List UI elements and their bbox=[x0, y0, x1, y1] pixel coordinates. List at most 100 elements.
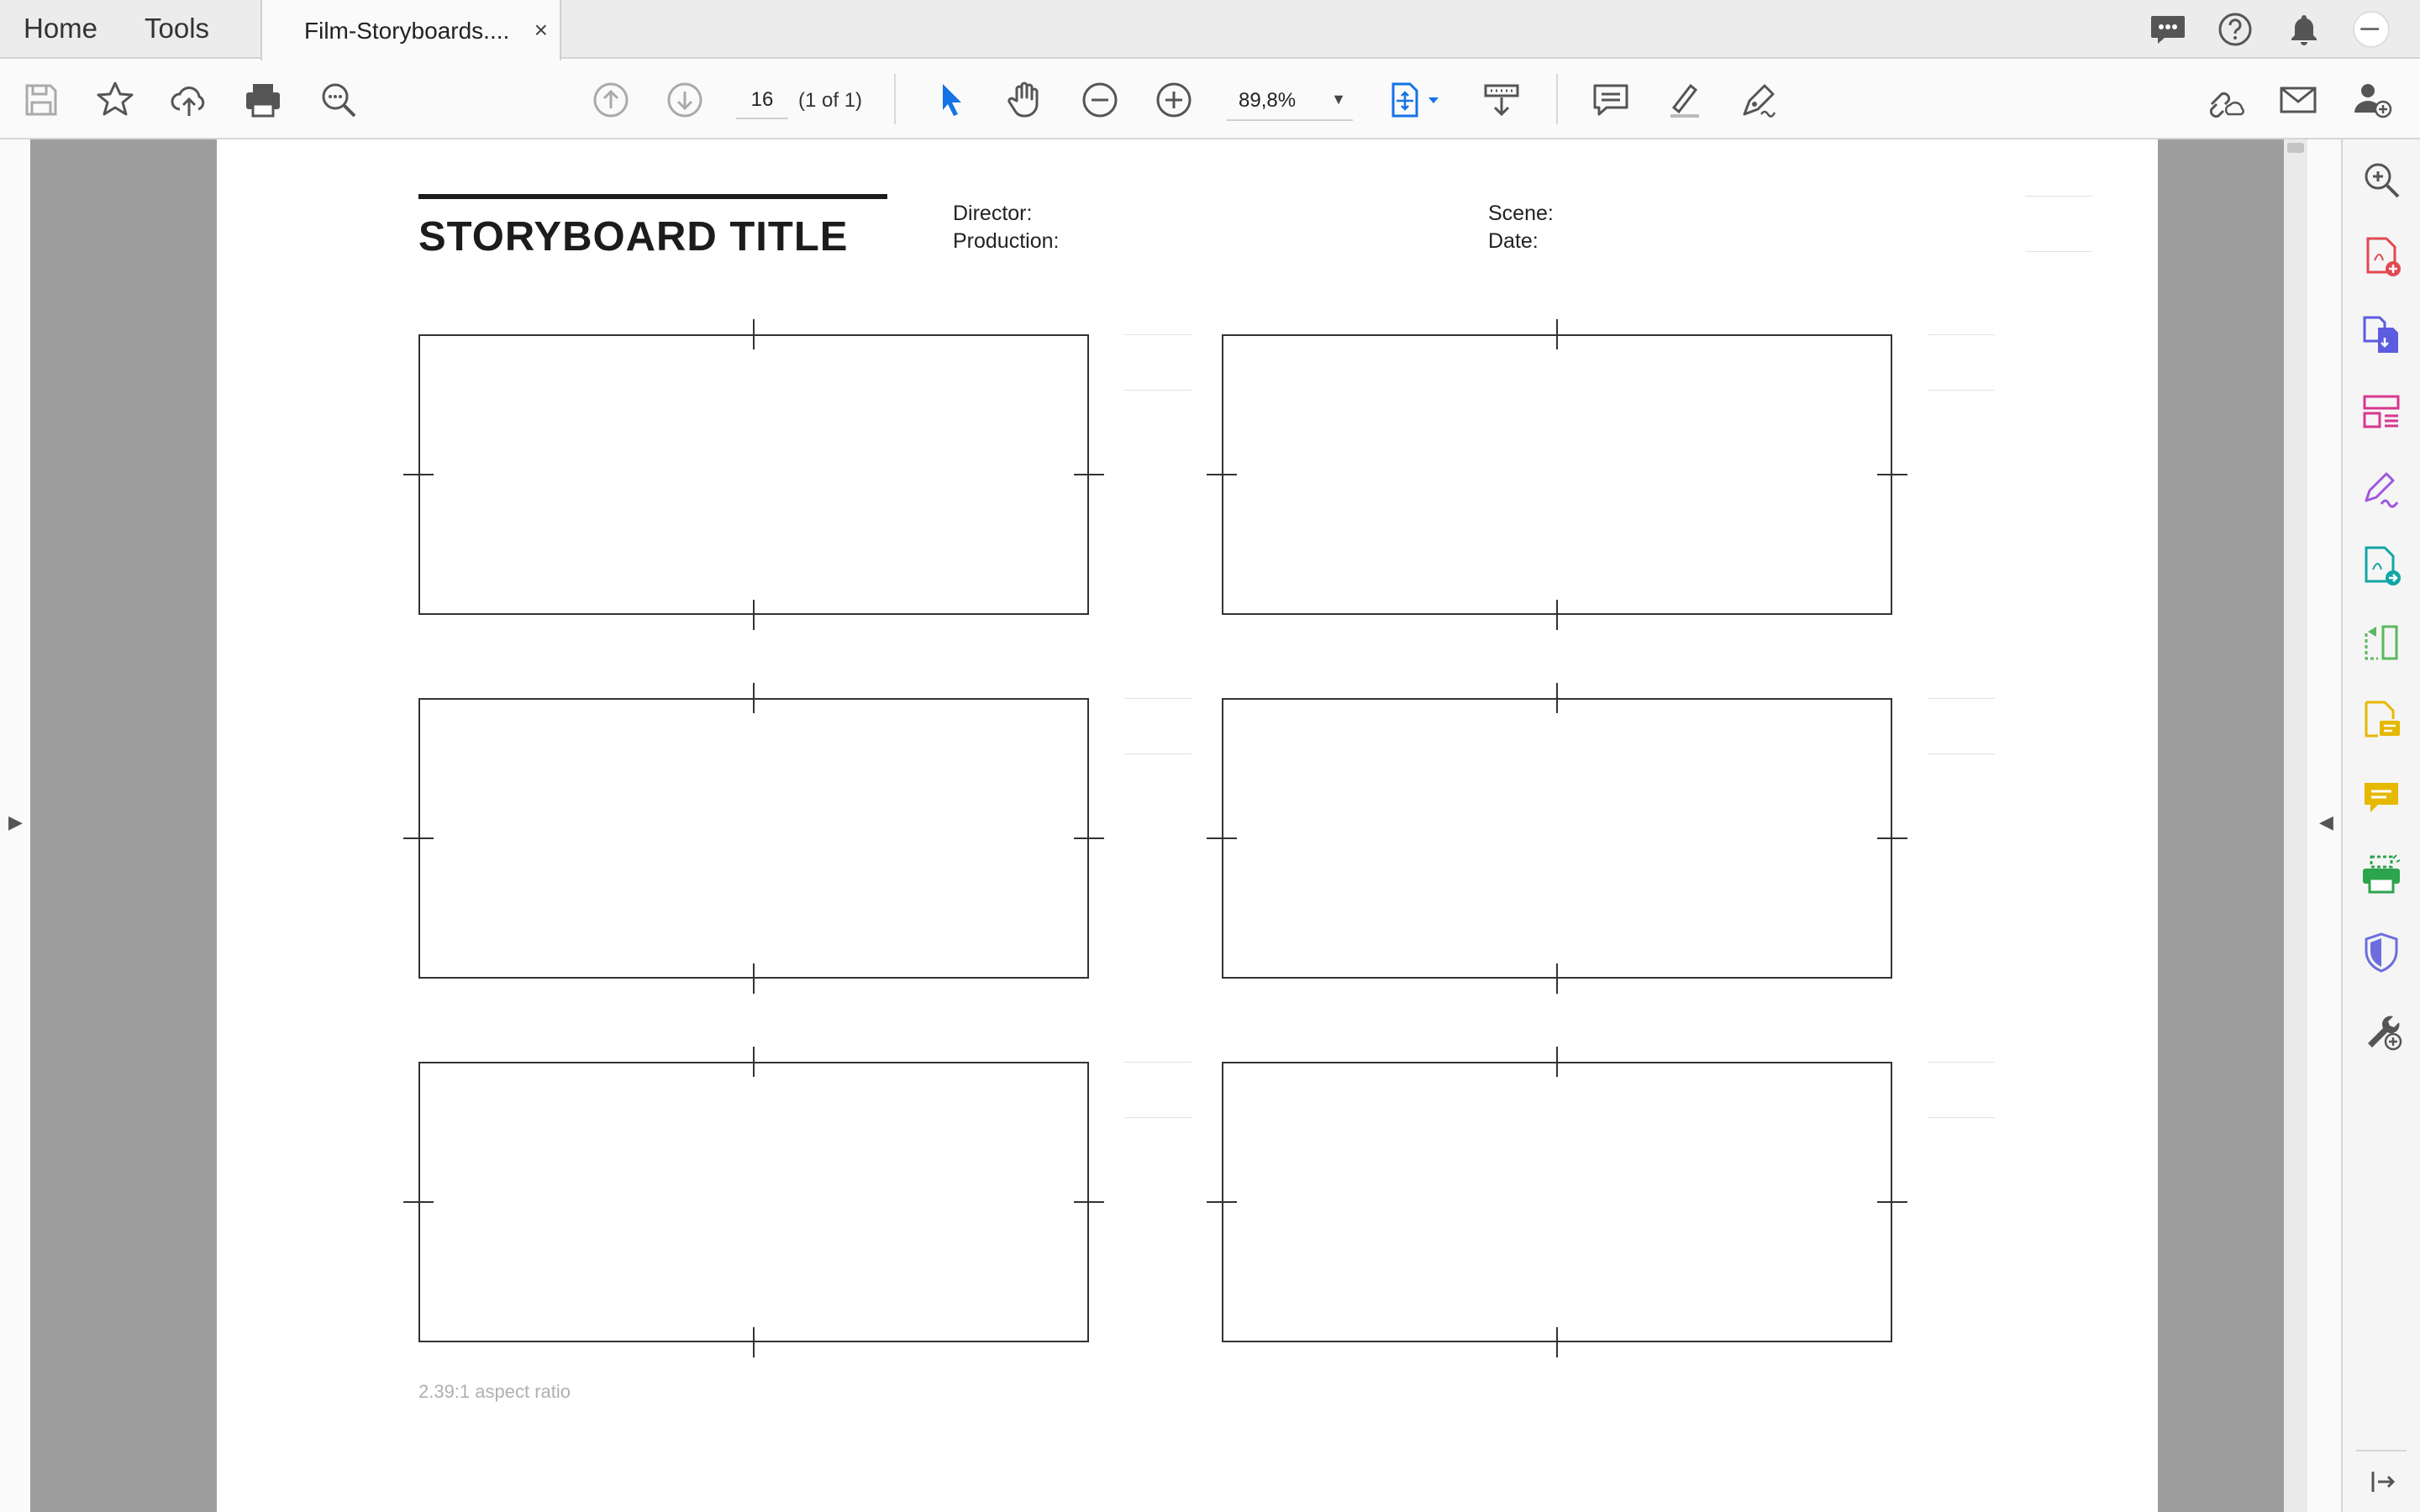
chevron-down-icon: ▼ bbox=[1331, 91, 1346, 108]
toolbar: (1 of 1) 89,8% ▼ bbox=[0, 60, 2420, 139]
crop-tick bbox=[1877, 837, 1907, 839]
organize-pages-button[interactable] bbox=[2360, 390, 2403, 433]
title-rule bbox=[418, 194, 887, 199]
crop-tick bbox=[1207, 837, 1237, 839]
share-link-button[interactable] bbox=[2203, 79, 2245, 121]
arrow-up-circle-icon bbox=[593, 82, 629, 118]
export-pdf-icon bbox=[2365, 546, 2401, 585]
vertical-scrollbar[interactable] bbox=[2284, 139, 2307, 1512]
field-line bbox=[1928, 334, 1995, 335]
close-tab-icon[interactable]: × bbox=[534, 0, 548, 60]
crop-tick bbox=[753, 600, 755, 630]
find-button[interactable] bbox=[318, 79, 360, 121]
right-panel-toggle-icon[interactable]: ◀ bbox=[2319, 811, 2333, 833]
highlight-button[interactable] bbox=[1664, 79, 1706, 121]
pen-sign-icon bbox=[1743, 84, 1776, 118]
page-number-input[interactable] bbox=[736, 82, 788, 119]
zoom-value: 89,8% bbox=[1239, 89, 1297, 112]
field-line bbox=[1928, 753, 1995, 754]
crop-tick bbox=[753, 319, 755, 349]
storyboard-frame bbox=[418, 1062, 1089, 1342]
export-pdf-button[interactable] bbox=[2360, 544, 2403, 588]
star-icon bbox=[97, 81, 134, 116]
crop-tick bbox=[753, 683, 755, 713]
scene-label: Scene: bbox=[1488, 202, 1554, 225]
email-button[interactable] bbox=[2277, 79, 2319, 121]
crop-tick bbox=[403, 1201, 434, 1203]
cloud-upload-icon bbox=[171, 87, 205, 116]
compare-files-button[interactable] bbox=[2360, 622, 2403, 665]
field-line bbox=[1124, 1062, 1192, 1063]
comment-button[interactable] bbox=[1590, 79, 1632, 121]
save-icon bbox=[25, 84, 57, 116]
crop-tick bbox=[753, 963, 755, 994]
page-count-label: (1 of 1) bbox=[798, 89, 863, 112]
protect-button[interactable] bbox=[2360, 931, 2403, 974]
tab-home[interactable]: Home bbox=[24, 0, 97, 59]
save-button[interactable] bbox=[20, 79, 62, 121]
tab-tools[interactable]: Tools bbox=[145, 0, 209, 59]
zoom-in-button[interactable] bbox=[1153, 79, 1195, 121]
highlighter-icon bbox=[1670, 83, 1699, 118]
fit-page-button[interactable] bbox=[1386, 79, 1447, 121]
document-comment-icon bbox=[2365, 701, 2400, 738]
pdf-page: STORYBOARD TITLE Director: Production: S… bbox=[217, 139, 2158, 1512]
enhance-scan-button[interactable] bbox=[2360, 158, 2403, 202]
tools-pane bbox=[2341, 139, 2420, 1512]
crop-tick bbox=[753, 1047, 755, 1077]
chat-icon[interactable] bbox=[2149, 11, 2186, 48]
tab-document-label: Film-Storyboards.... bbox=[304, 18, 510, 44]
crop-tick bbox=[1556, 963, 1558, 994]
tab-document[interactable]: Film-Storyboards.... × bbox=[260, 0, 561, 60]
crop-tick bbox=[1074, 474, 1104, 475]
crop-tick bbox=[1877, 1201, 1907, 1203]
fill-sign-button[interactable] bbox=[2360, 467, 2403, 511]
crop-tick bbox=[1556, 1047, 1558, 1077]
left-panel-toggle-icon[interactable]: ▶ bbox=[8, 811, 23, 833]
combine-files-button[interactable] bbox=[2360, 312, 2403, 356]
more-tools-button[interactable] bbox=[2360, 1008, 2403, 1052]
crop-tick bbox=[1877, 474, 1907, 475]
crop-tick bbox=[1207, 474, 1237, 475]
previous-page-button[interactable] bbox=[590, 79, 632, 121]
field-line bbox=[1124, 1117, 1192, 1118]
create-pdf-icon bbox=[2366, 237, 2401, 276]
crop-tick bbox=[1556, 319, 1558, 349]
scrollbar-thumb[interactable] bbox=[2287, 143, 2304, 153]
zoom-in-icon bbox=[1156, 82, 1192, 118]
print-production-button[interactable] bbox=[2360, 853, 2403, 897]
crop-tick bbox=[1207, 1201, 1237, 1203]
production-label: Production: bbox=[953, 229, 1060, 253]
fit-page-icon bbox=[1392, 82, 1439, 118]
zoom-select[interactable]: 89,8% ▼ bbox=[1227, 82, 1353, 121]
speech-bubble-icon bbox=[2365, 783, 2398, 812]
select-tool-button[interactable] bbox=[931, 79, 973, 121]
hand-tool-button[interactable] bbox=[1005, 79, 1047, 121]
print-button[interactable] bbox=[242, 79, 284, 121]
bookmark-button[interactable] bbox=[94, 79, 136, 121]
combine-files-icon bbox=[2363, 316, 2398, 353]
search-zoom-icon bbox=[322, 83, 356, 118]
notifications-bell-icon[interactable] bbox=[2286, 11, 2323, 48]
create-pdf-button[interactable] bbox=[2360, 235, 2403, 279]
pointer-icon bbox=[943, 84, 961, 116]
sign-button[interactable] bbox=[1738, 79, 1780, 121]
print-production-icon bbox=[2363, 854, 2401, 894]
zoom-out-button[interactable] bbox=[1079, 79, 1121, 121]
comment-icon bbox=[1593, 84, 1628, 116]
scroll-mode-button[interactable] bbox=[1481, 79, 1523, 121]
director-label: Director: bbox=[953, 202, 1033, 225]
crop-tick bbox=[1074, 1201, 1104, 1203]
help-icon[interactable] bbox=[2217, 11, 2254, 48]
field-line bbox=[1124, 698, 1192, 699]
comment-tool-button[interactable] bbox=[2360, 699, 2403, 743]
collapse-panel-button[interactable] bbox=[2360, 1460, 2403, 1504]
next-page-button[interactable] bbox=[664, 79, 706, 121]
add-user-button[interactable] bbox=[2351, 79, 2393, 121]
comment-panel-button[interactable] bbox=[2360, 776, 2403, 820]
avatar[interactable] bbox=[2353, 11, 2390, 48]
arrow-down-circle-icon bbox=[667, 82, 702, 118]
storyboard-title: STORYBOARD TITLE bbox=[418, 214, 849, 260]
wrench-add-icon bbox=[2368, 1016, 2402, 1051]
upload-button[interactable] bbox=[168, 79, 210, 121]
